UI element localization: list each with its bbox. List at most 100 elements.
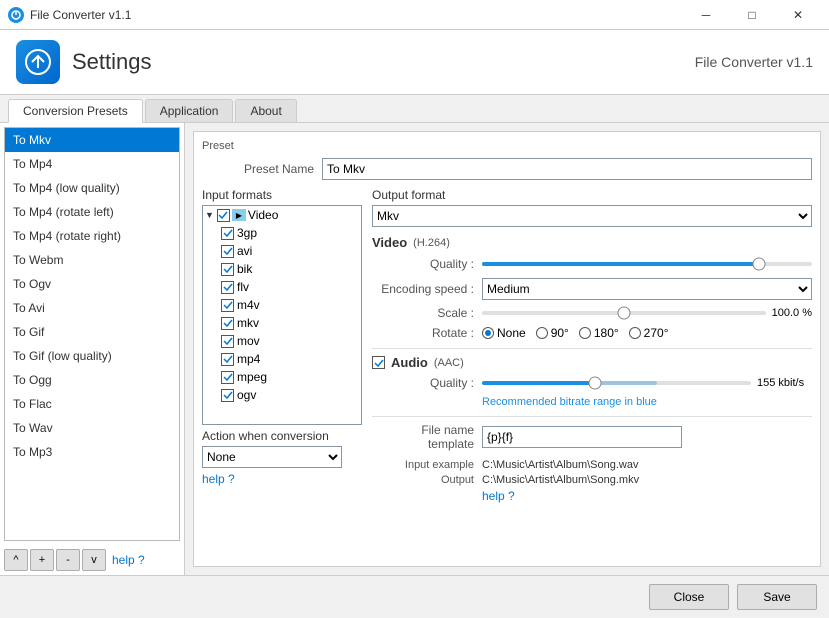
- preset-item-to-gif[interactable]: To Gif: [5, 320, 179, 344]
- rotate-none-radio[interactable]: [482, 327, 494, 339]
- preset-item-to-ogg[interactable]: To Ogg: [5, 368, 179, 392]
- input-example-label: Input example: [372, 459, 482, 471]
- maximize-button[interactable]: □: [729, 0, 775, 30]
- tree-node-video-root[interactable]: ▼ ▶ Video: [203, 206, 361, 224]
- main-window: Settings File Converter v1.1 Conversion …: [0, 30, 829, 618]
- tree-node-flv[interactable]: flv: [203, 278, 361, 296]
- tree-node-avi[interactable]: avi: [203, 242, 361, 260]
- close-button[interactable]: Close: [649, 584, 729, 610]
- tree-node-3gp[interactable]: 3gp: [203, 224, 361, 242]
- checkbox-ogv[interactable]: [221, 389, 234, 402]
- video-codec-label: (H.264): [413, 237, 450, 249]
- minimize-button[interactable]: ─: [683, 0, 729, 30]
- action-help-link[interactable]: help ?: [202, 472, 362, 486]
- header-left: Settings: [16, 40, 152, 84]
- scale-thumb[interactable]: [617, 307, 630, 320]
- label-mov: mov: [237, 334, 260, 348]
- tree-node-mov[interactable]: mov: [203, 332, 361, 350]
- checkbox-3gp[interactable]: [221, 227, 234, 240]
- audio-quality-slider-container: 155 kbit/s: [482, 377, 812, 389]
- rotate-none[interactable]: None: [482, 326, 526, 340]
- rotate-label: Rotate :: [372, 326, 482, 340]
- label-mpeg: mpeg: [237, 370, 267, 384]
- scale-value: 100.0 %: [772, 307, 812, 319]
- preset-item-to-mp4-rotate-right[interactable]: To Mp4 (rotate right): [5, 224, 179, 248]
- tree-node-ogv[interactable]: ogv: [203, 386, 361, 404]
- checkbox-mkv[interactable]: [221, 317, 234, 330]
- rotate-180-radio[interactable]: [579, 327, 591, 339]
- presets-panel: To Mkv To Mp4 To Mp4 (low quality) To Mp…: [0, 123, 185, 575]
- rotate-270-radio[interactable]: [629, 327, 641, 339]
- encoding-speed-select[interactable]: Very slow Slower Slow Medium Fast Faster…: [482, 278, 812, 300]
- label-m4v: m4v: [237, 298, 260, 312]
- preset-item-to-wav[interactable]: To Wav: [5, 416, 179, 440]
- preset-name-input[interactable]: [322, 158, 812, 180]
- close-window-button[interactable]: ✕: [775, 0, 821, 30]
- tree-checkbox-video[interactable]: [217, 209, 230, 222]
- checkbox-bik[interactable]: [221, 263, 234, 276]
- preset-item-to-mp4-low[interactable]: To Mp4 (low quality): [5, 176, 179, 200]
- checkbox-avi[interactable]: [221, 245, 234, 258]
- checkbox-flv[interactable]: [221, 281, 234, 294]
- rotate-90[interactable]: 90°: [536, 326, 569, 340]
- tree-node-mkv[interactable]: mkv: [203, 314, 361, 332]
- preset-item-to-gif-low[interactable]: To Gif (low quality): [5, 344, 179, 368]
- preset-item-to-mp4-rotate-left[interactable]: To Mp4 (rotate left): [5, 200, 179, 224]
- preset-item-to-webm[interactable]: To Webm: [5, 248, 179, 272]
- label-ogv: ogv: [237, 388, 256, 402]
- preset-item-to-avi[interactable]: To Avi: [5, 296, 179, 320]
- tab-application[interactable]: Application: [145, 99, 234, 122]
- recommended-text: Recommended bitrate range in blue: [482, 396, 812, 408]
- audio-enabled-checkbox[interactable]: [372, 356, 385, 369]
- scale-slider-container: 100.0 %: [482, 307, 812, 319]
- preset-item-to-mp3[interactable]: To Mp3: [5, 440, 179, 464]
- video-quality-thumb[interactable]: [753, 258, 766, 271]
- presets-help-link[interactable]: help ?: [112, 553, 145, 567]
- tree-node-mpeg[interactable]: mpeg: [203, 368, 361, 386]
- rotate-180[interactable]: 180°: [579, 326, 619, 340]
- preset-item-to-mkv[interactable]: To Mkv: [5, 128, 179, 152]
- divider2: [372, 416, 812, 417]
- video-quality-track[interactable]: [482, 262, 812, 266]
- preset-item-to-mp4[interactable]: To Mp4: [5, 152, 179, 176]
- presets-list: To Mkv To Mp4 To Mp4 (low quality) To Mp…: [4, 127, 180, 541]
- tree-node-bik[interactable]: bik: [203, 260, 361, 278]
- preset-item-to-flac[interactable]: To Flac: [5, 392, 179, 416]
- rotate-270[interactable]: 270°: [629, 326, 669, 340]
- tab-about[interactable]: About: [235, 99, 296, 122]
- checkbox-mp4[interactable]: [221, 353, 234, 366]
- action-select[interactable]: None Open folder Open file: [202, 446, 342, 468]
- label-avi: avi: [237, 244, 252, 258]
- output-format-select[interactable]: Mkv Mp4 Avi Webm Ogv: [372, 205, 812, 227]
- remove-preset-button[interactable]: -: [56, 549, 80, 571]
- template-help-link[interactable]: help ?: [482, 489, 515, 503]
- scale-track[interactable]: [482, 311, 766, 315]
- content-area: To Mkv To Mp4 To Mp4 (low quality) To Mp…: [0, 123, 829, 575]
- label-mkv: mkv: [237, 316, 259, 330]
- template-input[interactable]: [482, 426, 682, 448]
- header: Settings File Converter v1.1: [0, 30, 829, 95]
- app-icon: [16, 40, 60, 84]
- header-version: File Converter v1.1: [695, 54, 813, 70]
- encoding-speed-label: Encoding speed :: [372, 282, 482, 296]
- move-up-button[interactable]: ^: [4, 549, 28, 571]
- video-quality-fill: [482, 262, 759, 266]
- checkbox-mpeg[interactable]: [221, 371, 234, 384]
- tree-node-m4v[interactable]: m4v: [203, 296, 361, 314]
- tab-conversion-presets[interactable]: Conversion Presets: [8, 99, 143, 123]
- audio-quality-thumb[interactable]: [588, 377, 601, 390]
- preset-item-to-ogv[interactable]: To Ogv: [5, 272, 179, 296]
- output-label: Output: [372, 474, 482, 486]
- rotate-options: None 90° 180°: [482, 326, 812, 340]
- audio-quality-track[interactable]: [482, 381, 751, 385]
- header-title: Settings: [72, 49, 152, 75]
- save-button[interactable]: Save: [737, 584, 817, 610]
- tree-node-mp4[interactable]: mp4: [203, 350, 361, 368]
- add-preset-button[interactable]: +: [30, 549, 54, 571]
- move-down-button[interactable]: v: [82, 549, 106, 571]
- titlebar-left: File Converter v1.1: [8, 7, 131, 23]
- checkbox-mov[interactable]: [221, 335, 234, 348]
- rotate-90-radio[interactable]: [536, 327, 548, 339]
- checkbox-m4v[interactable]: [221, 299, 234, 312]
- video-quality-row: Quality :: [372, 256, 812, 272]
